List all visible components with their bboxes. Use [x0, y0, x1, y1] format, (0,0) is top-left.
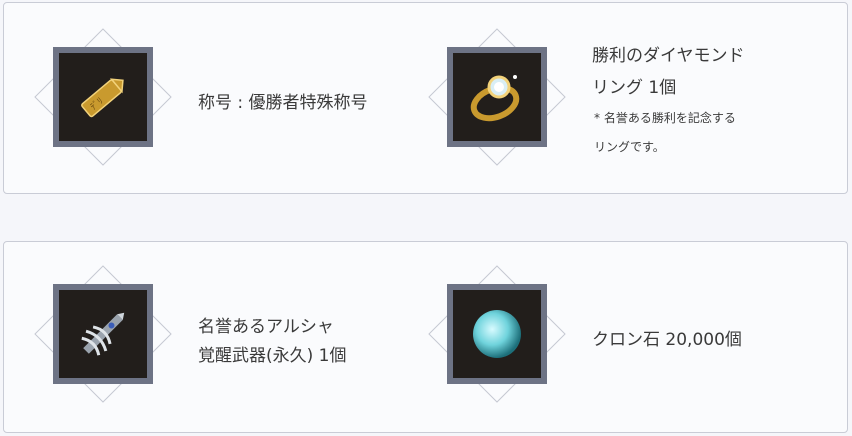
stone-reward-icon-frame [427, 264, 567, 404]
cron-stone-icon [473, 310, 521, 358]
ring-reward-label-line1: 勝利のダイヤモンド [592, 46, 745, 66]
title-reward-label: 称号 : 優勝者特殊称号 [198, 93, 368, 113]
ring-reward-note-line2: リングです。 [594, 140, 665, 154]
ring-reward-icon-frame [427, 27, 567, 167]
weapon-reward-label-line2: 覚醒武器(永久) 1個 [198, 346, 347, 366]
stone-reward-label: クロン石 20,000個 [592, 330, 742, 350]
gold-tag-icon: ﾃﾞﾘ [81, 78, 124, 118]
ring-reward-note-line1: * 名誉ある勝利を記念する [594, 111, 736, 125]
rewards-card-top: ﾃﾞﾘ 称号 : 優勝者特殊称号 勝利のダイヤモンド リング 1個 * 名誉ある… [3, 2, 848, 194]
awakening-weapon-icon [81, 312, 125, 356]
ring-reward-label-line2: リング 1個 [592, 78, 677, 98]
weapon-reward-label-line1: 名誉あるアルシャ [198, 317, 334, 337]
title-reward-icon-frame: ﾃﾞﾘ [33, 27, 173, 167]
rewards-card-bottom: 名誉あるアルシャ 覚醒武器(永久) 1個 クロン石 20,000個 [3, 241, 848, 433]
weapon-reward-icon-frame [33, 264, 173, 404]
diamond-ring-icon [470, 75, 520, 122]
